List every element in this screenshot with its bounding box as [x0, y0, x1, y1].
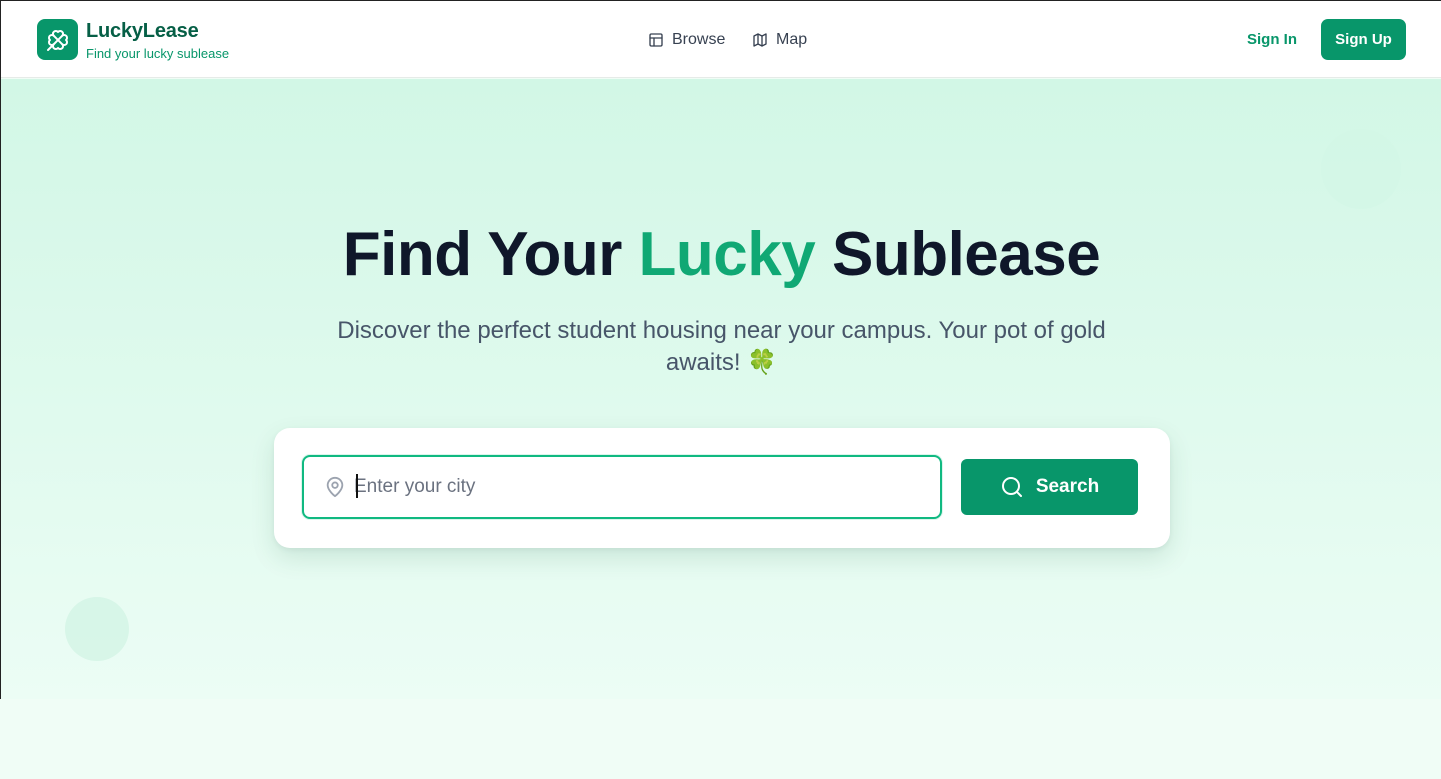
map-icon	[753, 33, 767, 47]
search-button-label: Search	[1035, 476, 1100, 497]
logo[interactable]	[37, 19, 78, 60]
hero-subtitle: Discover the perfect student housing nea…	[337, 317, 1106, 376]
hero-title-part1: Find Your	[342, 220, 639, 289]
map-pin-icon	[326, 476, 344, 498]
search-card: Search	[274, 428, 1170, 548]
city-search-field[interactable]	[302, 455, 942, 519]
text-caret	[356, 474, 358, 498]
app-window: LuckyLease Find your lucky sublease Brow…	[0, 0, 1441, 699]
brand-tagline: Find your lucky sublease	[86, 46, 230, 61]
decorative-circle	[65, 597, 129, 661]
nav-map-link[interactable]: Map	[752, 29, 807, 51]
sign-in-button[interactable]: Sign In	[1247, 31, 1297, 48]
search-icon	[1001, 477, 1022, 497]
layout-icon	[649, 33, 663, 47]
hero-section: Find Your Lucky Sublease Discover the pe…	[1, 79, 1441, 699]
nav-browse-link[interactable]: Browse	[648, 29, 725, 51]
decorative-circle	[1321, 129, 1401, 209]
search-button[interactable]: Search	[961, 459, 1138, 515]
clover-icon	[46, 29, 68, 51]
nav-browse-label: Browse	[672, 31, 726, 48]
hero-title-part2: Sublease	[815, 220, 1101, 289]
top-navbar: LuckyLease Find your lucky sublease Brow…	[1, 1, 1441, 78]
hero-title: Find Your Lucky Sublease	[1, 219, 1441, 290]
city-search-input[interactable]	[354, 471, 914, 503]
sign-up-button[interactable]: Sign Up	[1321, 19, 1406, 60]
brand-name[interactable]: LuckyLease	[86, 20, 199, 43]
hero-title-accent: Lucky	[638, 220, 816, 289]
nav-map-label: Map	[776, 31, 808, 48]
